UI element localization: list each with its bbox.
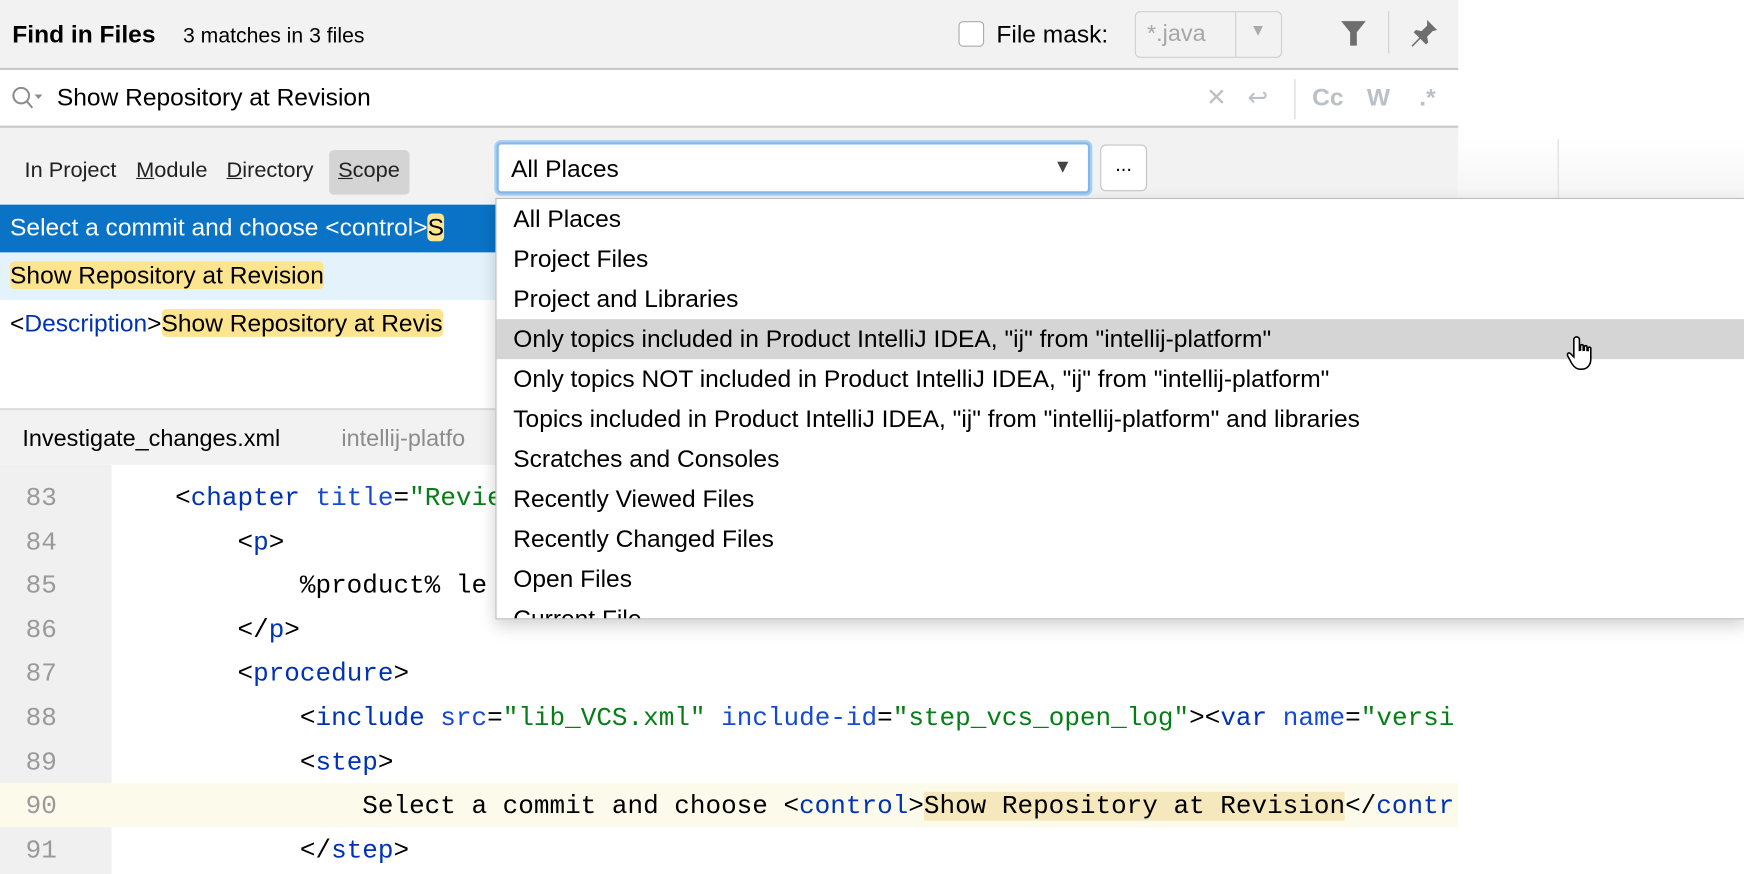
scope-option[interactable]: Current File xyxy=(497,599,1744,620)
scope-option[interactable]: Scratches and Consoles xyxy=(497,439,1744,479)
clear-icon[interactable]: ✕ xyxy=(1206,83,1227,112)
filter-icon[interactable] xyxy=(1339,18,1368,49)
scope-option-label: Topics included in Product IntelliJ IDEA… xyxy=(513,404,1360,433)
tag-bracket: < xyxy=(10,309,25,337)
scope-option-label: Recently Changed Files xyxy=(513,524,774,553)
tab-scope[interactable]: Scope xyxy=(338,158,400,184)
file-mask-label: File mask: xyxy=(996,20,1109,48)
result-text: Select a commit and choose <control>S xyxy=(10,213,444,243)
scope-option[interactable]: Recently Viewed Files xyxy=(497,479,1744,519)
code-text: <include src="lib_VCS.xml" include-id="s… xyxy=(299,703,1455,733)
code-line: 88 <include src="lib_VCS.xml" include-id… xyxy=(0,695,1458,739)
result-match: S xyxy=(427,213,444,242)
match-case-toggle[interactable]: Cc xyxy=(1312,83,1343,112)
scope-option-label: Scratches and Consoles xyxy=(513,444,780,473)
browse-scope-button[interactable]: ... xyxy=(1100,144,1148,192)
result-text: <Description>Show Repository at Revis xyxy=(10,309,443,338)
line-number: 90 xyxy=(25,791,57,821)
code-line: 91 </step> xyxy=(0,827,1458,871)
line-number: 84 xyxy=(25,528,57,558)
result-prefix: Select a commit and choose <control> xyxy=(10,213,428,242)
search-input[interactable]: Show Repository at Revision xyxy=(57,83,371,112)
scope-option[interactable]: Topics included in Product IntelliJ IDEA… xyxy=(497,399,1744,439)
preview-file-name: Investigate_changes.xml xyxy=(22,425,281,452)
tab-module[interactable]: Module xyxy=(136,158,207,184)
code-text: Select a commit and choose <control>Show… xyxy=(362,791,1455,821)
scope-option[interactable]: Project Files xyxy=(497,239,1744,279)
scope-option[interactable]: All Places xyxy=(497,199,1744,239)
line-number: 85 xyxy=(25,571,57,601)
file-mask-combo[interactable]: *.java ▼ xyxy=(1134,11,1283,58)
scope-combo-value: All Places xyxy=(511,154,619,183)
code-line: 89 <step> xyxy=(0,739,1458,783)
code-text: </step> xyxy=(299,836,410,866)
result-match: Show Repository at Revis xyxy=(161,309,443,337)
scope-option-label: Recently Viewed Files xyxy=(513,484,755,513)
scope-option[interactable]: Only topics NOT included in Product Inte… xyxy=(497,359,1744,399)
code-text: <step> xyxy=(299,748,394,778)
find-in-files-window: Find in Files 3 matches in 3 files File … xyxy=(0,0,1744,874)
file-mask-checkbox[interactable] xyxy=(958,21,985,47)
code-line: 87 <procedure> xyxy=(0,651,1458,695)
code-line-current: 90 Select a commit and choose <control>S… xyxy=(0,782,1459,828)
words-toggle[interactable]: W xyxy=(1367,83,1390,112)
scope-option[interactable]: Project and Libraries xyxy=(497,279,1744,319)
line-number: 87 xyxy=(25,659,57,689)
regex-toggle[interactable]: .* xyxy=(1419,83,1435,112)
divider xyxy=(1235,12,1237,57)
pin-icon[interactable] xyxy=(1408,18,1439,49)
match-count: 3 matches in 3 files xyxy=(182,24,365,48)
line-number: 89 xyxy=(25,748,57,778)
tab-in-project[interactable]: In Project xyxy=(25,158,117,184)
code-text: <p> xyxy=(237,528,285,558)
scope-option[interactable]: Open Files xyxy=(497,559,1744,599)
result-tag: Description xyxy=(24,309,148,337)
result-text: Show Repository at Revision xyxy=(10,261,324,290)
line-number: 86 xyxy=(25,616,57,645)
scope-option-label: All Places xyxy=(513,204,622,233)
dialog-header: Find in Files 3 matches in 3 files File … xyxy=(0,0,1459,71)
scope-option-hovered[interactable]: Only topics included in Product IntelliJ… xyxy=(496,319,1744,360)
newline-icon[interactable]: ↩ xyxy=(1247,83,1268,112)
code-text: <procedure> xyxy=(237,659,410,689)
scope-option-label: Project Files xyxy=(513,244,649,273)
tab-directory[interactable]: Directory xyxy=(227,158,314,184)
divider xyxy=(1294,78,1296,119)
chevron-down-icon[interactable]: ▼ xyxy=(1250,21,1267,40)
scope-option-label: Project and Libraries xyxy=(513,284,739,313)
scope-dropdown-list[interactable]: All Places Project Files Project and Lib… xyxy=(495,197,1744,620)
dialog-title: Find in Files xyxy=(12,20,156,48)
scope-option-label: Only topics included in Product IntelliJ… xyxy=(513,324,1272,353)
scope-option-label: Open Files xyxy=(513,564,632,593)
code-text: </p> xyxy=(237,616,300,645)
divider xyxy=(1557,139,1559,198)
code-text: <chapter title="Revie xyxy=(175,483,503,513)
line-number: 91 xyxy=(25,836,57,866)
result-match: Show Repository at Revision xyxy=(10,261,324,290)
search-field[interactable]: Show Repository at Revision ✕ ↩ Cc W .* xyxy=(0,70,1459,128)
file-mask-value: *.java xyxy=(1147,21,1206,47)
line-number: 88 xyxy=(25,703,57,733)
preview-file-path: intellij-platfo xyxy=(341,425,466,452)
chevron-down-icon[interactable]: ▼ xyxy=(1053,156,1072,178)
line-number: 83 xyxy=(25,483,57,513)
match-highlight: Show Repository at Revision xyxy=(923,791,1346,821)
code-text: %product% le xyxy=(299,571,488,601)
scope-option-label: Current File xyxy=(513,604,642,620)
scope-bar: In Project Module Directory Scope All Pl… xyxy=(0,127,1459,204)
search-icon[interactable] xyxy=(11,86,44,110)
background-window-strip xyxy=(1458,139,1744,200)
hand-cursor-icon xyxy=(1566,336,1592,370)
scope-option-label: Only topics NOT included in Product Inte… xyxy=(513,364,1330,393)
scope-option[interactable]: Recently Changed Files xyxy=(497,519,1744,559)
tag-bracket: > xyxy=(147,309,162,337)
scope-combo[interactable]: All Places ▼ xyxy=(496,142,1091,194)
divider xyxy=(1388,11,1390,54)
